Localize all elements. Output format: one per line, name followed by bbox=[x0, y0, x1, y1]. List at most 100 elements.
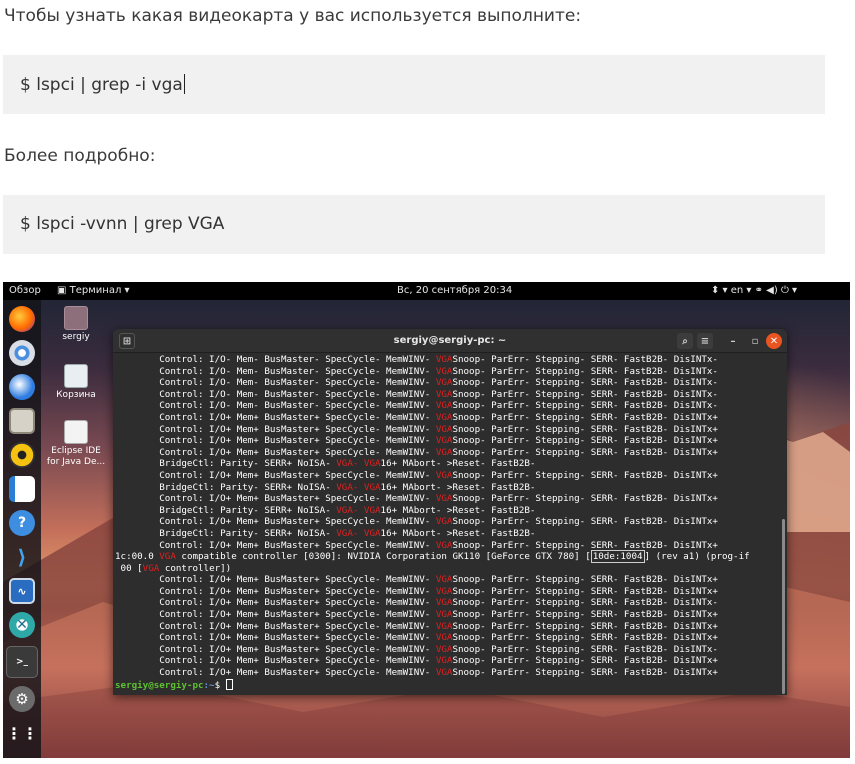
code-block-lspci-grep[interactable]: $ lspci | grep -i vga bbox=[3, 55, 825, 114]
intro-paragraph: Чтобы узнать какая видеокарта у вас испо… bbox=[4, 6, 582, 26]
activities-button[interactable]: Обзор bbox=[9, 285, 41, 296]
home-folder-icon bbox=[64, 306, 88, 330]
terminal-line: Control: I/O+ Mem+ BusMaster+ SpecCycle-… bbox=[115, 493, 779, 505]
terminal-line: Control: I/O+ Mem+ BusMaster+ SpecCycle-… bbox=[115, 632, 779, 644]
terminal-line: Control: I/O+ Mem+ BusMaster+ SpecCycle-… bbox=[115, 597, 779, 609]
line-text: Snoop- ParErr- Stepping- SERR- FastB2B- … bbox=[452, 388, 718, 400]
desktop-icon-label: Eclipse IDE for Java De... bbox=[46, 446, 106, 467]
line-text: Snoop- ParErr- Stepping- SERR- FastB2B- … bbox=[452, 632, 718, 644]
terminal-line: BridgeCtl: Parity- SERR+ NoISA- VGA- VGA… bbox=[115, 505, 779, 517]
line-text: Snoop- ParErr- Stepping- SERR- FastB2B- … bbox=[452, 643, 718, 655]
search-icon[interactable]: ⌕ bbox=[677, 333, 693, 349]
prompt-sign: $ bbox=[214, 679, 226, 691]
line-text: Control: I/O+ Mem+ BusMaster+ SpecCycle-… bbox=[115, 574, 436, 586]
code-block-lspci-vvnn[interactable]: $ lspci -vvnn | grep VGA bbox=[3, 195, 825, 254]
line-text: controller]) bbox=[159, 562, 232, 574]
chromium-icon[interactable] bbox=[9, 340, 35, 366]
code-text: $ lspci -vvnn | grep VGA bbox=[20, 214, 225, 234]
grep-match: VGA bbox=[435, 388, 453, 400]
line-text: Snoop- ParErr- Stepping- SERR- FastB2B- … bbox=[452, 493, 718, 505]
line-text: Snoop- ParErr- Stepping- SERR- FastB2B- … bbox=[452, 597, 718, 609]
help-icon[interactable]: ? bbox=[9, 510, 35, 536]
grep-match: VGA bbox=[435, 469, 453, 481]
grep-match: VGA bbox=[435, 667, 453, 679]
line-text: 16+ MAbort- >Reset- FastB2B- bbox=[380, 458, 536, 470]
terminal-line: Control: I/O+ Mem+ BusMaster+ SpecCycle-… bbox=[115, 470, 779, 482]
grep-match: VGA bbox=[435, 365, 453, 377]
desktop-icon-eclipse[interactable]: Eclipse IDE for Java De... bbox=[46, 420, 106, 468]
app-menu-terminal[interactable]: ▣ Терминал ▾ bbox=[57, 285, 130, 296]
terminal-output[interactable]: Control: I/O- Mem- BusMaster- SpecCycle-… bbox=[115, 354, 779, 695]
terminal-line: Control: I/O+ Mem+ BusMaster+ SpecCycle-… bbox=[115, 621, 779, 633]
prompt-user: sergiy@sergiy-pc bbox=[115, 679, 204, 691]
line-text: 00 [ bbox=[115, 562, 143, 574]
remmina-icon[interactable]: ✕ bbox=[9, 612, 35, 638]
hamburger-menu-icon[interactable]: ≡ bbox=[697, 333, 713, 349]
system-monitor-icon[interactable]: ∿ bbox=[9, 578, 35, 604]
line-text: BridgeCtl: Parity- SERR+ NoISA- bbox=[115, 458, 337, 470]
line-text: 16+ MAbort- >Reset- FastB2B- bbox=[380, 481, 536, 493]
terminal-line: Control: I/O+ Mem+ BusMaster+ SpecCycle-… bbox=[115, 655, 779, 667]
minimize-icon[interactable]: – bbox=[725, 333, 741, 349]
terminal-line: Control: I/O+ Mem+ BusMaster+ SpecCycle-… bbox=[115, 516, 779, 528]
terminal-icon[interactable]: >_ bbox=[6, 646, 38, 678]
grep-match: VGA- VGA bbox=[336, 504, 381, 516]
desktop-icon-label: sergiy bbox=[62, 332, 90, 342]
grep-match: VGA bbox=[435, 539, 453, 551]
grep-match: VGA bbox=[435, 400, 453, 412]
terminal-headerbar[interactable]: ⊞ sergiy@sergiy-pc: ~ ⌕ ≡ – ▫ ✕ bbox=[113, 329, 787, 353]
close-icon[interactable]: ✕ bbox=[766, 333, 782, 349]
terminal-window[interactable]: ⊞ sergiy@sergiy-pc: ~ ⌕ ≡ – ▫ ✕ Control:… bbox=[113, 329, 787, 695]
grep-match: VGA bbox=[435, 423, 453, 435]
grep-match: VGA bbox=[435, 516, 453, 528]
terminal-line: Control: I/O+ Mem+ BusMaster+ SpecCycle-… bbox=[115, 447, 779, 459]
files-icon[interactable] bbox=[9, 408, 35, 434]
grep-match: VGA bbox=[435, 493, 453, 505]
grep-match: VGA bbox=[435, 446, 453, 458]
line-text: Control: I/O+ Mem+ BusMaster+ SpecCycle-… bbox=[115, 435, 436, 447]
libreoffice-writer-icon[interactable] bbox=[9, 476, 35, 502]
terminal-line: BridgeCtl: Parity- SERR+ NoISA- VGA- VGA… bbox=[115, 528, 779, 540]
terminal-line: Control: I/O+ Mem+ BusMaster+ SpecCycle-… bbox=[115, 644, 779, 656]
terminal-line: 00 [VGA controller]) bbox=[115, 563, 779, 575]
line-text: Snoop- ParErr- Stepping- SERR- FastB2B- … bbox=[452, 609, 718, 621]
line-text: Control: I/O+ Mem+ BusMaster+ SpecCycle-… bbox=[115, 585, 436, 597]
show-applications-icon[interactable]: ⋮⋮ bbox=[6, 720, 38, 746]
line-text: Control: I/O+ Mem+ BusMaster+ SpecCycle-… bbox=[115, 423, 436, 435]
maximize-icon[interactable]: ▫ bbox=[747, 333, 763, 349]
vscode-icon[interactable]: ⟩ bbox=[9, 544, 35, 570]
line-text: BridgeCtl: Parity- SERR+ NoISA- bbox=[115, 481, 337, 493]
line-text: Control: I/O+ Mem+ BusMaster+ SpecCycle-… bbox=[115, 667, 436, 679]
gnome-top-bar: Обзор ▣ Терминал ▾ Вс, 20 сентября 20:34… bbox=[3, 282, 850, 300]
line-text: Control: I/O- Mem- BusMaster- SpecCycle-… bbox=[115, 365, 436, 377]
desktop-icon-trash[interactable]: Корзина bbox=[46, 364, 106, 401]
line-text: Snoop- ParErr- Stepping- SERR- FastB2B- … bbox=[452, 620, 718, 632]
line-text: Snoop- ParErr- Stepping- SERR- FastB2B- … bbox=[452, 377, 718, 389]
thunderbird-icon[interactable] bbox=[9, 374, 35, 400]
line-text: Snoop- ParErr- Stepping- SERR- FastB2B- … bbox=[452, 574, 718, 586]
line-text: BridgeCtl: Parity- SERR+ NoISA- bbox=[115, 527, 337, 539]
terminal-line: Control: I/O+ Mem+ BusMaster+ SpecCycle-… bbox=[115, 667, 779, 679]
settings-icon[interactable]: ⚙ bbox=[9, 686, 35, 712]
terminal-scrollbar[interactable] bbox=[782, 519, 785, 694]
line-text: Snoop- ParErr- Stepping- SERR- FastB2B- … bbox=[452, 411, 718, 423]
grep-match: VGA bbox=[435, 609, 453, 621]
grep-match: VGA bbox=[435, 632, 453, 644]
clock[interactable]: Вс, 20 сентября 20:34 bbox=[397, 285, 512, 296]
grep-match: VGA bbox=[435, 620, 453, 632]
system-status-area[interactable]: ⬍ ▾ en ▾ ⚭ ◀) ⏻ ▾ bbox=[711, 285, 797, 296]
terminal-line: Control: I/O+ Mem+ BusMaster+ SpecCycle-… bbox=[115, 435, 779, 447]
firefox-icon[interactable] bbox=[9, 306, 35, 332]
line-text: Control: I/O+ Mem+ BusMaster+ SpecCycle-… bbox=[115, 655, 436, 667]
terminal-line: BridgeCtl: Parity- SERR+ NoISA- VGA- VGA… bbox=[115, 458, 779, 470]
grep-match: VGA bbox=[435, 411, 453, 423]
line-text: Control: I/O+ Mem+ BusMaster+ SpecCycle-… bbox=[115, 609, 436, 621]
line-text: BridgeCtl: Parity- SERR+ NoISA- bbox=[115, 504, 337, 516]
desktop-icon-home[interactable]: sergiy bbox=[46, 306, 106, 343]
line-text: Control: I/O+ Mem+ BusMaster+ SpecCycle-… bbox=[115, 597, 436, 609]
rhythmbox-icon[interactable] bbox=[9, 442, 35, 468]
line-text: Snoop- ParErr- Stepping- SERR- FastB2B- … bbox=[452, 585, 718, 597]
terminal-line: Control: I/O- Mem- BusMaster- SpecCycle-… bbox=[115, 389, 779, 401]
line-text: Control: I/O- Mem- BusMaster- SpecCycle-… bbox=[115, 400, 436, 412]
line-text: Snoop- ParErr- Stepping- SERR- FastB2B- … bbox=[452, 400, 718, 412]
